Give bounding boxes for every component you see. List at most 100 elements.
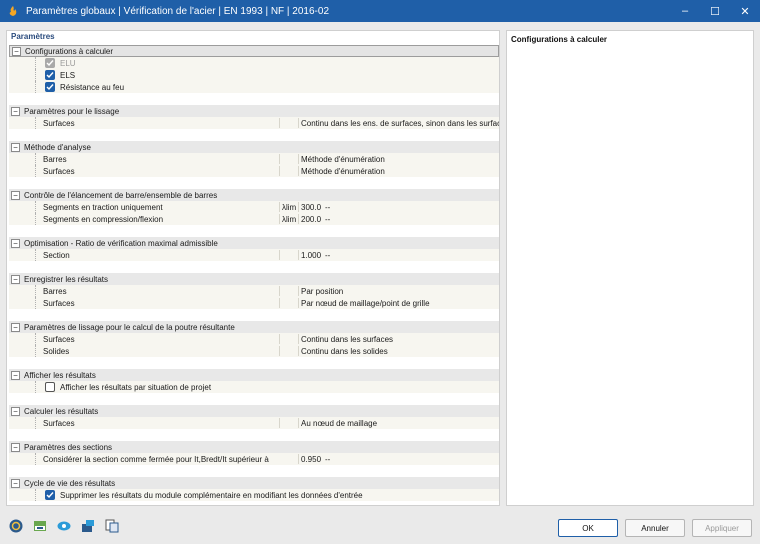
collapse-toggle[interactable]: −	[11, 406, 20, 416]
param-value[interactable]: 1.000	[301, 251, 321, 260]
panel-header: Paramètres	[11, 32, 55, 41]
tree-line	[35, 345, 36, 357]
apply-button[interactable]: Appliquer	[692, 519, 752, 537]
tree-line	[35, 57, 36, 69]
param-row[interactable]: Considérer la section comme fermée pour …	[9, 453, 499, 465]
column-divider	[298, 250, 299, 260]
info-panel-title: Configurations à calculer	[511, 35, 608, 44]
window-title: Paramètres globaux | Vérification de l'a…	[26, 5, 330, 17]
param-value[interactable]: 0.950	[301, 455, 321, 464]
tree-line	[35, 417, 36, 429]
group-result-beam-smoothing[interactable]: − Paramètres de lissage pour le calcul d…	[9, 321, 499, 333]
param-value[interactable]: Méthode d'énumération	[301, 167, 385, 176]
param-row[interactable]: Surfaces Méthode d'énumération	[9, 165, 499, 177]
collapse-toggle[interactable]: −	[11, 238, 20, 248]
collapse-toggle[interactable]: −	[11, 322, 20, 332]
group-analysis-method[interactable]: − Méthode d'analyse	[9, 141, 499, 153]
collapse-toggle[interactable]: −	[11, 190, 20, 200]
param-row[interactable]: Barres Par position	[9, 285, 499, 297]
tree-line	[35, 201, 36, 213]
help-icon[interactable]	[6, 516, 26, 536]
param-value[interactable]: Méthode d'énumération	[301, 155, 385, 164]
elu-checkbox[interactable]	[45, 58, 55, 68]
param-name: Surfaces	[43, 298, 75, 308]
group-calculate-results[interactable]: − Calculer les résultats	[9, 405, 499, 417]
param-row[interactable]: Solides Continu dans les solides	[9, 345, 499, 357]
param-name: Considérer la section comme fermée pour …	[43, 454, 269, 464]
collapse-toggle[interactable]: −	[11, 106, 20, 116]
param-row[interactable]: Section 1.000 --	[9, 249, 499, 261]
collapse-toggle[interactable]: −	[11, 274, 20, 284]
param-value[interactable]: 200.0	[301, 215, 321, 224]
collapse-toggle[interactable]: −	[11, 478, 20, 488]
delete-results-label: Supprimer les résultats du module complé…	[60, 490, 363, 500]
display-by-situation-checkbox[interactable]	[45, 382, 55, 392]
param-row[interactable]: Surfaces Au nœud de maillage	[9, 417, 499, 429]
close-button[interactable]: ✕	[730, 0, 760, 22]
param-row[interactable]: Barres Méthode d'énumération	[9, 153, 499, 165]
group-sections[interactable]: − Paramètres des sections	[9, 441, 499, 453]
group-configurations[interactable]: − Configurations à calculer	[9, 45, 499, 57]
tree-line	[35, 249, 36, 261]
item-elu: ELU	[9, 57, 499, 69]
fire-resistance-checkbox[interactable]	[45, 82, 55, 92]
group-smoothing[interactable]: − Paramètres pour le lissage	[9, 105, 499, 117]
group-label: Configurations à calculer	[25, 46, 114, 56]
group-label: Cycle de vie des résultats	[24, 478, 116, 488]
param-value[interactable]: Par position	[301, 287, 343, 296]
delete-results-checkbox[interactable]	[45, 490, 55, 500]
param-name: Surfaces	[43, 334, 75, 344]
group-slenderness[interactable]: − Contrôle de l'élancement de barre/ense…	[9, 189, 499, 201]
tree-line	[35, 165, 36, 177]
units-icon[interactable]	[30, 516, 50, 536]
collapse-toggle[interactable]: −	[12, 46, 21, 56]
group-save-results[interactable]: − Enregistrer les résultats	[9, 273, 499, 285]
footer-toolbar	[6, 516, 122, 538]
copy-icon[interactable]	[102, 516, 122, 536]
param-name: Barres	[43, 154, 67, 164]
column-divider	[298, 346, 299, 356]
group-results-lifecycle[interactable]: − Cycle de vie des résultats	[9, 477, 499, 489]
param-name: Surfaces	[43, 418, 75, 428]
param-row[interactable]: Segments en compression/flexion λlim 200…	[9, 213, 499, 225]
column-divider	[298, 454, 299, 464]
group-label: Enregistrer les résultats	[24, 274, 109, 284]
tree-line	[35, 153, 36, 165]
param-row[interactable]: Surfaces Continu dans les surfaces	[9, 333, 499, 345]
view-icon[interactable]	[54, 516, 74, 536]
export-icon[interactable]	[78, 516, 98, 536]
column-divider	[298, 202, 299, 212]
cancel-button[interactable]: Annuler	[625, 519, 685, 537]
parameters-panel: Paramètres − Configurations à calculer E…	[6, 30, 500, 506]
group-display-results[interactable]: − Afficher les résultats	[9, 369, 499, 381]
param-row[interactable]: Segments en traction uniquement λlim 300…	[9, 201, 499, 213]
fire-resistance-label: Résistance au feu	[60, 82, 125, 92]
ok-button[interactable]: OK	[558, 519, 618, 537]
collapse-toggle[interactable]: −	[11, 370, 20, 380]
param-unit: --	[325, 202, 331, 212]
els-label: ELS	[60, 70, 76, 80]
param-value[interactable]: Par nœud de maillage/point de grille	[301, 299, 430, 308]
collapse-toggle[interactable]: −	[11, 442, 20, 452]
param-value[interactable]: Continu dans les surfaces	[301, 335, 393, 344]
param-value[interactable]: 300.0	[301, 203, 321, 212]
item-fire: Résistance au feu	[9, 81, 499, 93]
group-optimization[interactable]: − Optimisation - Ratio de vérification m…	[9, 237, 499, 249]
param-value[interactable]: Au nœud de maillage	[301, 419, 377, 428]
param-value[interactable]: Continu dans les solides	[301, 347, 388, 356]
param-row[interactable]: Surfaces Continu dans les ens. de surfac…	[9, 117, 499, 129]
column-divider	[279, 202, 280, 212]
maximize-button[interactable]: ☐	[700, 0, 730, 22]
group-label: Optimisation - Ratio de vérification max…	[24, 238, 218, 248]
param-value[interactable]: Continu dans les ens. de surfaces, sinon…	[301, 119, 499, 128]
collapse-toggle[interactable]: −	[11, 142, 20, 152]
minimize-button[interactable]: –	[670, 0, 700, 22]
elu-label: ELU	[60, 58, 76, 68]
column-divider	[279, 166, 280, 176]
els-checkbox[interactable]	[45, 70, 55, 80]
group-label: Afficher les résultats	[24, 370, 96, 380]
column-divider	[298, 418, 299, 428]
param-row[interactable]: Surfaces Par nœud de maillage/point de g…	[9, 297, 499, 309]
group-label: Calculer les résultats	[24, 406, 99, 416]
tree-line	[35, 69, 36, 81]
